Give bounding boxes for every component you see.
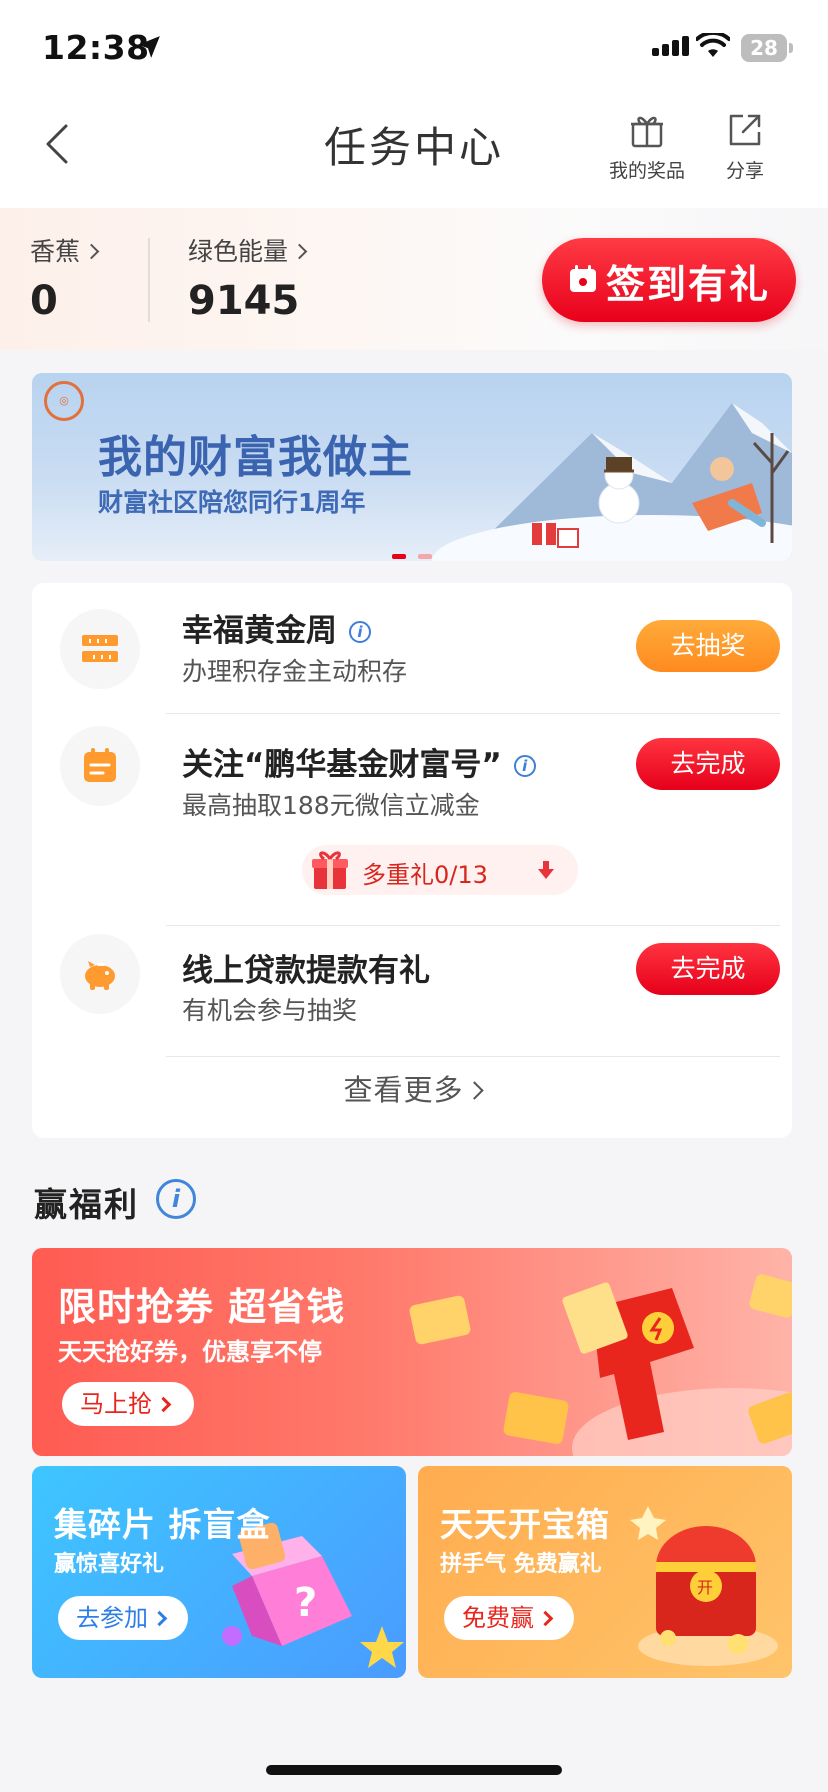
status-bar: 12:38 28 — [0, 0, 828, 96]
task-icon-bg — [60, 726, 140, 806]
gift-box-icon — [312, 851, 348, 889]
chevron-right-icon — [291, 243, 308, 260]
signin-label: 签到有礼 — [606, 263, 771, 308]
free-win-label: 免费赢 — [462, 1604, 534, 1632]
banana-label: 香蕉 — [30, 237, 81, 266]
gift-icon — [631, 116, 663, 148]
nav-bar: 任务中心 我的奖品 分享 — [0, 96, 828, 208]
divider — [148, 238, 150, 322]
share-icon — [729, 114, 761, 146]
svg-text:开: 开 — [697, 1578, 713, 1597]
treasure-subtitle: 拼手气 免费赢礼 — [440, 1552, 602, 1577]
home-indicator[interactable] — [266, 1765, 562, 1775]
task-desc: 最高抽取188元微信立减金 — [182, 791, 480, 820]
grab-now-label: 马上抢 — [80, 1390, 152, 1418]
blindbox-title: 集碎片 拆盲盒 — [54, 1505, 271, 1544]
divider — [166, 925, 780, 926]
status-time: 12:38 — [42, 28, 150, 67]
treasure-title: 天天开宝箱 — [440, 1505, 610, 1544]
battery-indicator: 28 — [741, 34, 787, 62]
task-desc: 办理积存金主动积存 — [182, 657, 408, 686]
banner-headline: 我的财富我做主 — [98, 432, 413, 483]
see-more-link[interactable]: 查看更多 — [32, 1067, 792, 1109]
treasure-promo-card[interactable]: 开 天天开宝箱 拼手气 免费赢礼 免费赢 — [418, 1466, 792, 1678]
coupon-subtitle: 天天抢好券，优惠享不停 — [58, 1338, 322, 1366]
share-button[interactable]: 分享 — [700, 110, 790, 183]
info-icon[interactable]: i — [156, 1179, 196, 1219]
task-title: 幸福黄金周 i — [182, 605, 371, 650]
join-label: 去参加 — [76, 1604, 148, 1632]
svg-text:?: ? — [294, 1580, 317, 1626]
coupon-promo-card[interactable]: 限时抢券 超省钱 天天抢好券，优惠享不停 马上抢 — [32, 1248, 792, 1456]
calendar-icon — [84, 748, 116, 782]
free-win-button[interactable]: 免费赢 — [444, 1596, 574, 1640]
chevron-right-icon — [155, 1396, 172, 1413]
green-energy-balance[interactable]: 绿色能量 9145 — [188, 232, 308, 324]
task-title: 线上贷款提款有礼 — [182, 953, 430, 989]
blindbox-subtitle: 赢惊喜好礼 — [54, 1552, 165, 1577]
brand-logo: ◎ — [44, 381, 84, 421]
chevron-right-icon — [464, 1081, 484, 1100]
task-list-card: 幸福黄金周 i 办理积存金主动积存 去抽奖 关注“鹏华基金财富号” i 最高抽取18… — [32, 583, 792, 1138]
energy-value: 9145 — [188, 278, 300, 324]
arrow-down-icon — [538, 861, 554, 879]
multi-gift-label: 多重礼0/13 — [362, 861, 488, 889]
blindbox-promo-card[interactable]: ? 集碎片 拆盲盒 赢惊喜好礼 去参加 — [32, 1466, 406, 1678]
task-icon-bg — [60, 609, 140, 689]
divider — [166, 713, 780, 714]
battery-tip — [789, 43, 793, 53]
coupon-title: 限时抢券 超省钱 — [58, 1285, 346, 1329]
promo-banner[interactable]: ◎ 我的财富我做主 财富社区陪您同行1周年 — [32, 373, 792, 561]
multi-gift-progress[interactable]: 多重礼0/13 — [302, 845, 578, 895]
location-arrow-icon — [138, 36, 160, 58]
banner-subline: 财富社区陪您同行1周年 — [98, 488, 366, 517]
banana-balance[interactable]: 香蕉 0 — [30, 232, 100, 324]
signin-reward-button[interactable]: 签到有礼 — [542, 238, 796, 322]
see-more-label: 查看更多 — [343, 1073, 464, 1107]
energy-label: 绿色能量 — [188, 237, 289, 266]
calendar-check-icon — [570, 265, 596, 292]
task-action-button[interactable]: 去完成 — [636, 943, 780, 995]
wifi-icon — [696, 33, 730, 57]
chevron-right-icon — [537, 1610, 554, 1627]
assets-row: 香蕉 0 绿色能量 9145 签到有礼 — [0, 208, 828, 350]
task-desc: 有机会参与抽奖 — [182, 996, 358, 1025]
info-icon[interactable]: i — [349, 621, 371, 643]
divider — [166, 1056, 780, 1057]
grab-now-button[interactable]: 马上抢 — [62, 1382, 194, 1426]
piggy-bank-icon — [85, 961, 115, 990]
task-icon-bg — [60, 934, 140, 1014]
task-action-button[interactable]: 去抽奖 — [636, 620, 780, 672]
gold-bar-icon — [82, 635, 118, 662]
carousel-dot[interactable] — [418, 554, 432, 559]
my-prizes-label: 我的奖品 — [608, 160, 685, 182]
task-title-text: 关注“鹏华基金财富号” — [182, 747, 502, 783]
info-icon[interactable]: i — [513, 755, 536, 777]
task-title: 关注“鹏华基金财富号” i — [182, 739, 536, 784]
chevron-right-icon — [151, 1610, 168, 1627]
join-button[interactable]: 去参加 — [58, 1596, 188, 1640]
share-label: 分享 — [725, 160, 764, 182]
section-title: 赢福利 — [34, 1185, 139, 1224]
carousel-dot-active[interactable] — [392, 554, 406, 559]
banana-value: 0 — [30, 278, 58, 324]
my-prizes-button[interactable]: 我的奖品 — [602, 110, 692, 183]
task-action-button[interactable]: 去完成 — [636, 738, 780, 790]
chevron-right-icon — [83, 243, 100, 260]
task-title-text: 幸福黄金周 — [182, 613, 337, 649]
